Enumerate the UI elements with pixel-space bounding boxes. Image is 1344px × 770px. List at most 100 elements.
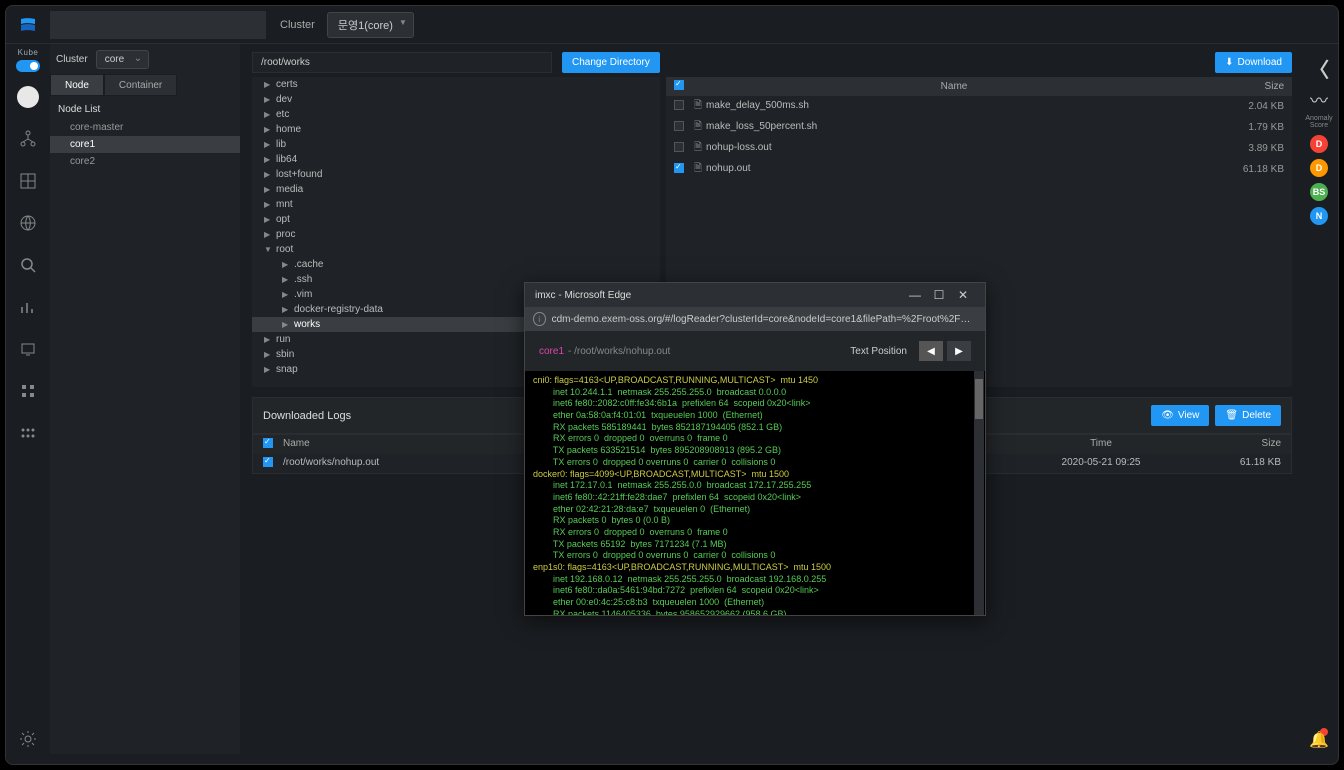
status-badge[interactable]: BS (1310, 183, 1328, 201)
modal-core: core1 (539, 346, 564, 357)
log-line: inet6 fe80::42:21ff:fe28:dae7 prefixlen … (533, 492, 977, 504)
sidebar: Cluster core Node Container Node List co… (50, 44, 240, 754)
log-line: TX packets 633521514 bytes 895208908913 … (533, 445, 977, 457)
collapse-icon[interactable]: 〈 (1309, 54, 1329, 83)
cluster-select[interactable]: 문영1(core) (327, 12, 414, 38)
tree-row[interactable]: ▶.cache (252, 257, 660, 272)
status-badge[interactable]: N (1310, 207, 1328, 225)
node-item[interactable]: core1 (50, 136, 240, 153)
log-line: inet 192.168.0.12 netmask 255.255.255.0 … (533, 574, 977, 586)
tab-node[interactable]: Node (50, 74, 104, 96)
left-rail: Kube (6, 44, 50, 764)
tree-row[interactable]: ▶opt (252, 212, 660, 227)
tree-row[interactable]: ▶lib (252, 137, 660, 152)
tree-row[interactable]: ▶media (252, 182, 660, 197)
right-rail: 〈 〰 Anomaly Score DD BS N 🔔 (1300, 44, 1338, 764)
download-button[interactable]: ⬇Download (1215, 52, 1292, 73)
bell-icon[interactable]: 🔔 (1309, 730, 1329, 750)
anomaly-icon: 〰 (1310, 87, 1328, 113)
file-checkbox[interactable] (674, 163, 684, 173)
log-line: ether 0a:58:0a:f4:01:01 txqueuelen 1000 … (533, 410, 977, 422)
topbar-search[interactable] (50, 11, 266, 39)
log-line: inet6 fe80::2082:c0ff:fe34:6b1a prefixle… (533, 398, 977, 410)
info-icon[interactable]: i (533, 312, 546, 326)
tree-row[interactable]: ▶home (252, 122, 660, 137)
log-line: docker0: flags=4099<UP,BROADCAST,MULTICA… (533, 469, 977, 481)
more-icon[interactable] (17, 422, 39, 444)
log-line: ether 00:e0:4c:25:c8:b3 txqueuelen 1000 … (533, 597, 977, 609)
tree-row[interactable]: ▶proc (252, 227, 660, 242)
avatar[interactable] (17, 86, 39, 108)
modal-title: imxc - Microsoft Edge (535, 290, 903, 301)
scrollbar[interactable] (974, 371, 984, 615)
file-row[interactable]: 🗎make_delay_500ms.sh2.04 KB (666, 96, 1292, 117)
text-position-label: Text Position (850, 346, 907, 357)
tree-row[interactable]: ▶etc (252, 107, 660, 122)
cluster-label: Cluster (280, 19, 315, 31)
dl-checkbox[interactable] (263, 457, 273, 467)
file-row[interactable]: 🗎make_loss_50percent.sh1.79 KB (666, 117, 1292, 138)
gear-icon[interactable] (17, 728, 39, 750)
topology-icon[interactable] (17, 128, 39, 150)
maximize-icon[interactable]: ☐ (927, 288, 951, 302)
log-line: cni0: flags=4163<UP,BROADCAST,RUNNING,MU… (533, 375, 977, 387)
tree-row[interactable]: ▶lib64 (252, 152, 660, 167)
col-name: Name (694, 81, 1214, 92)
log-line: RX packets 0 bytes 0 (0.0 B) (533, 515, 977, 527)
minimize-icon[interactable]: — (903, 288, 927, 302)
search-icon[interactable] (17, 254, 39, 276)
app-logo-icon[interactable] (6, 16, 50, 34)
change-directory-button[interactable]: Change Directory (562, 52, 660, 73)
log-line: RX packets 1146405336 bytes 958652929662… (533, 609, 977, 615)
log-line: TX errors 0 dropped 0 overruns 0 carrier… (533, 457, 977, 469)
status-badge[interactable]: D (1310, 135, 1328, 153)
log-line: TX errors 0 dropped 0 overruns 0 carrier… (533, 550, 977, 562)
tab-container[interactable]: Container (104, 74, 177, 96)
select-all-checkbox[interactable] (674, 80, 684, 90)
sidebar-cluster-select[interactable]: core (96, 50, 149, 69)
globe-icon[interactable] (17, 212, 39, 234)
chart-icon[interactable] (17, 296, 39, 318)
grid-icon[interactable] (17, 170, 39, 192)
log-line: ether 02:42:21:28:da:e7 txqueuelen 0 (Et… (533, 504, 977, 516)
log-line: RX errors 0 dropped 0 overruns 0 frame 0 (533, 433, 977, 445)
nav-next-button[interactable]: ▶ (947, 341, 971, 361)
log-line: TX packets 65192 bytes 7171234 (7.1 MB) (533, 539, 977, 551)
node-list-title: Node List (50, 96, 240, 119)
file-row[interactable]: 🗎nohup.out61.18 KB (666, 159, 1292, 180)
modal-url: cdm-demo.exem-oss.org/#/logReader?cluste… (552, 314, 977, 325)
log-line: RX errors 0 dropped 0 overruns 0 frame 0 (533, 527, 977, 539)
kube-toggle[interactable] (16, 60, 40, 72)
file-checkbox[interactable] (674, 100, 684, 110)
delete-button[interactable]: 🗑Delete (1215, 405, 1281, 426)
log-line: RX packets 585189441 bytes 852187194405 … (533, 422, 977, 434)
tree-row[interactable]: ▶certs (252, 77, 660, 92)
dl-select-all-checkbox[interactable] (263, 438, 273, 448)
kube-label: Kube (18, 48, 39, 57)
anomaly-label: Anomaly Score (1300, 115, 1338, 129)
tree-row[interactable]: ▶dev (252, 92, 660, 107)
tree-row[interactable]: ▼root (252, 242, 660, 257)
log-reader-modal: imxc - Microsoft Edge — ☐ ✕ i cdm-demo.e… (524, 282, 986, 616)
log-line: inet 172.17.0.1 netmask 255.255.0.0 broa… (533, 480, 977, 492)
log-line: inet 10.244.1.1 netmask 255.255.255.0 br… (533, 387, 977, 399)
view-button[interactable]: 👁View (1151, 405, 1209, 426)
col-size: Size (1214, 81, 1284, 92)
status-badge[interactable]: D (1310, 159, 1328, 177)
close-icon[interactable]: ✕ (951, 288, 975, 302)
topbar: Cluster 문영1(core) (6, 6, 1338, 44)
file-checkbox[interactable] (674, 142, 684, 152)
node-item[interactable]: core-master (50, 119, 240, 136)
file-checkbox[interactable] (674, 121, 684, 131)
log-line: enp1s0: flags=4163<UP,BROADCAST,RUNNING,… (533, 562, 977, 574)
tree-row[interactable]: ▶mnt (252, 197, 660, 212)
node-item[interactable]: core2 (50, 153, 240, 170)
tree-row[interactable]: ▶lost+found (252, 167, 660, 182)
monitor-icon[interactable] (17, 338, 39, 360)
log-output[interactable]: cni0: flags=4163<UP,BROADCAST,RUNNING,MU… (525, 371, 985, 615)
path-input[interactable] (252, 52, 552, 73)
nav-prev-button[interactable]: ◀ (919, 341, 943, 361)
file-row[interactable]: 🗎nohup-loss.out3.89 KB (666, 138, 1292, 159)
apps-icon[interactable] (17, 380, 39, 402)
sidebar-cluster-label: Cluster (56, 54, 88, 65)
